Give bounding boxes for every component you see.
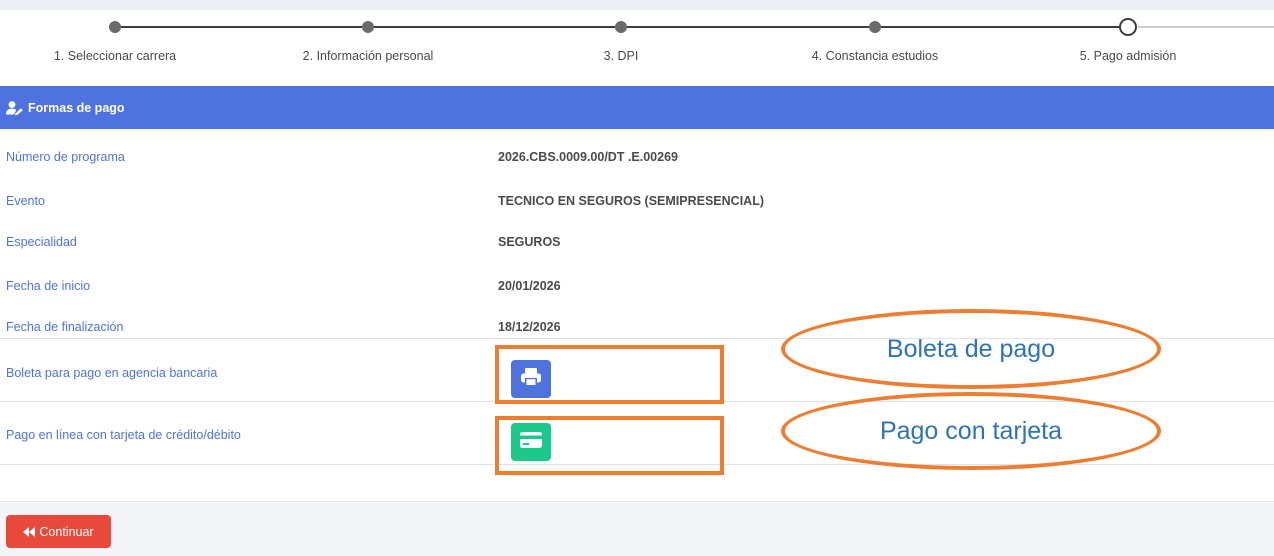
value-fecha-inicio: 20/01/2026 <box>498 279 561 293</box>
step-label-3: 3. DPI <box>603 49 639 63</box>
step-label-1: 1. Seleccionar carrera <box>53 49 177 63</box>
label-fecha-inicio: Fecha de inicio <box>6 279 91 293</box>
backward-icon <box>23 526 36 537</box>
continue-button[interactable]: Continuar <box>6 515 111 548</box>
step-label-5: 5. Pago admisión <box>1079 49 1177 63</box>
user-edit-icon <box>6 100 24 115</box>
step-connector <box>115 26 368 28</box>
label-especialidad: Especialidad <box>6 235 77 249</box>
label-evento: Evento <box>6 194 45 208</box>
annotation-pago-con-tarjeta: Pago con tarjeta <box>781 392 1161 470</box>
step-dot-2[interactable] <box>362 21 374 33</box>
step-dot-4[interactable] <box>869 21 881 33</box>
annotation-highlight-tarjeta <box>495 416 724 475</box>
card-title: Formas de pago <box>28 100 125 115</box>
step-connector <box>621 26 875 28</box>
progress-stepper: 1. Seleccionar carrera 2. Información pe… <box>0 10 1274 86</box>
label-numero-programa: Número de programa <box>6 150 125 164</box>
value-fecha-finalizacion: 18/12/2026 <box>498 320 561 334</box>
step-label-2: 2. Información personal <box>302 49 434 63</box>
step-connector <box>368 26 621 28</box>
card-header: Formas de pago <box>0 86 1274 129</box>
label-pago-tarjeta: Pago en línea con tarjeta de crédito/déb… <box>6 428 241 442</box>
step-connector <box>875 26 1128 28</box>
step-connector <box>1138 26 1274 28</box>
step-dot-1[interactable] <box>109 21 121 33</box>
step-dot-5-current <box>1119 18 1137 36</box>
annotation-highlight-boleta <box>495 345 724 404</box>
value-numero-programa: 2026.CBS.0009.00/DT .E.00269 <box>498 150 678 164</box>
step-dot-3[interactable] <box>615 21 627 33</box>
step-label-4: 4. Constancia estudios <box>811 49 939 63</box>
value-especialidad: SEGUROS <box>498 235 561 249</box>
annotation-boleta-de-pago: Boleta de pago <box>781 309 1161 389</box>
value-evento: TECNICO EN SEGUROS (SEMIPRESENCIAL) <box>498 194 764 208</box>
top-strip <box>0 0 1274 10</box>
label-fecha-finalizacion: Fecha de finalización <box>6 320 124 334</box>
continue-label: Continuar <box>39 524 94 539</box>
label-boleta: Boleta para pago en agencia bancaria <box>6 366 218 380</box>
